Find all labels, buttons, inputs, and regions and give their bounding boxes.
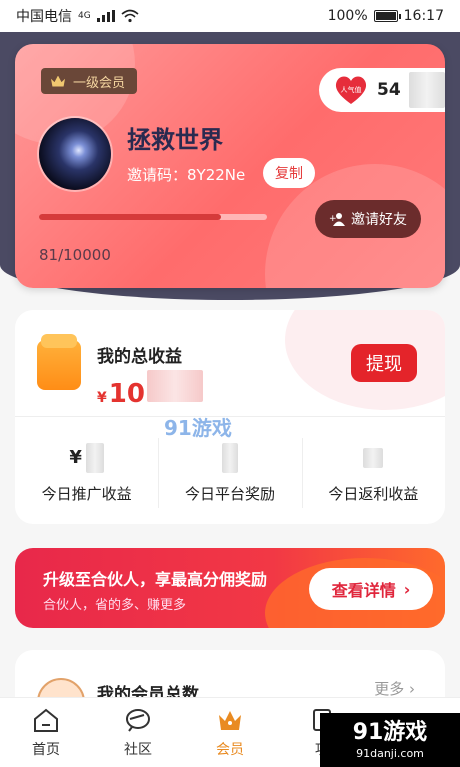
heart-icon: 人气值 bbox=[333, 74, 369, 106]
profile-card: 一级会员 人气值 54 拯救世界 邀请码：8Y22Ne 复制 + 邀请好友 81… bbox=[15, 44, 445, 288]
chevron-right-icon: › bbox=[403, 579, 411, 599]
earnings-amount: ¥ 10 bbox=[97, 370, 203, 409]
blurred-stat bbox=[85, 442, 104, 473]
invite-friends-label: 邀请好友 bbox=[351, 212, 407, 228]
popularity-pill[interactable]: 人气值 54 bbox=[319, 68, 445, 112]
blurred-stat bbox=[221, 442, 238, 473]
crown-icon bbox=[51, 75, 65, 87]
view-details-label: 查看详情 bbox=[331, 581, 396, 600]
earnings-title: 我的总收益 bbox=[97, 347, 182, 367]
home-icon bbox=[34, 708, 58, 732]
member-level-label: 一级会员 bbox=[73, 75, 126, 91]
watermark-site: 91danji.com bbox=[356, 746, 424, 760]
watermark-brand: 91游戏 bbox=[352, 719, 428, 745]
member-level-badge: 一级会员 bbox=[41, 68, 138, 94]
chevron-right-icon: › bbox=[409, 680, 415, 698]
stat-currency: ¥ bbox=[69, 447, 82, 468]
invite-code-row: 邀请码：8Y22Ne bbox=[127, 164, 245, 185]
stat-label: 今日推广收益 bbox=[41, 484, 132, 503]
invite-code-value: 8Y22Ne bbox=[187, 166, 246, 184]
tab-member[interactable]: 会员 bbox=[184, 698, 276, 767]
earnings-amount-value: 10 bbox=[108, 379, 145, 409]
banner-title: 升级至合伙人，享最高分佣奖励 bbox=[43, 570, 268, 589]
earnings-currency: ¥ bbox=[97, 390, 107, 406]
level-progress-bar bbox=[39, 214, 267, 220]
stat-label: 今日平台奖励 bbox=[184, 484, 275, 503]
level-progress-fill bbox=[39, 214, 222, 220]
blurred-value bbox=[408, 72, 445, 108]
svg-text:+: + bbox=[329, 214, 337, 224]
watermark-corner: 91游戏 91danji.com bbox=[320, 713, 460, 767]
carrier-name: 中国电信 bbox=[16, 9, 72, 25]
tab-label: 社区 bbox=[124, 741, 152, 758]
community-icon bbox=[126, 708, 150, 732]
stat-rebate[interactable]: 今日返利收益 bbox=[301, 428, 445, 518]
status-bar: 中国电信 4G 100% 16:17 bbox=[0, 0, 460, 32]
battery-icon bbox=[373, 10, 401, 22]
stat-promotion[interactable]: ¥ 今日推广收益 bbox=[15, 428, 158, 518]
invite-friends-button[interactable]: + 邀请好友 bbox=[315, 200, 421, 238]
more-link[interactable]: 更多 › bbox=[374, 678, 415, 699]
stat-platform-reward[interactable]: 今日平台奖励 bbox=[158, 428, 301, 518]
banner-subtitle: 合伙人，省的多、赚更多 bbox=[43, 598, 187, 613]
watermark-logo: 91游戏 bbox=[164, 416, 232, 440]
wallet-icon bbox=[37, 334, 81, 390]
withdraw-button[interactable]: 提现 bbox=[351, 344, 417, 382]
username: 拯救世界 bbox=[127, 126, 223, 154]
tab-community[interactable]: 社区 bbox=[92, 698, 184, 767]
partner-upgrade-banner[interactable]: 升级至合伙人，享最高分佣奖励 合伙人，省的多、赚更多 查看详情 › bbox=[15, 548, 445, 628]
more-label: 更多 bbox=[374, 680, 405, 698]
view-details-button[interactable]: 查看详情 › bbox=[309, 568, 433, 610]
tab-home[interactable]: 首页 bbox=[0, 698, 92, 767]
tab-label: 会员 bbox=[216, 741, 244, 758]
battery-percent: 100% bbox=[327, 8, 368, 24]
blurred-stat bbox=[363, 447, 384, 468]
blurred-amount bbox=[146, 370, 203, 402]
copy-button[interactable]: 复制 bbox=[263, 158, 315, 188]
popularity-value: 54 bbox=[377, 80, 401, 100]
wifi-icon bbox=[121, 9, 139, 23]
avatar[interactable] bbox=[39, 118, 111, 190]
add-person-icon: + bbox=[329, 213, 345, 226]
crown-icon bbox=[219, 710, 241, 730]
tab-label: 首页 bbox=[32, 741, 60, 758]
stat-label: 今日返利收益 bbox=[328, 484, 419, 503]
invite-code-label: 邀请码： bbox=[127, 166, 188, 184]
clock: 16:17 bbox=[403, 8, 444, 24]
level-progress-text: 81/10000 bbox=[39, 246, 111, 264]
earnings-stats: ¥ 今日推广收益 今日平台奖励 今日返利收益 bbox=[15, 428, 445, 518]
signal-icon bbox=[96, 10, 115, 22]
popularity-label: 人气值 bbox=[341, 85, 362, 94]
network-type: 4G bbox=[78, 11, 91, 21]
